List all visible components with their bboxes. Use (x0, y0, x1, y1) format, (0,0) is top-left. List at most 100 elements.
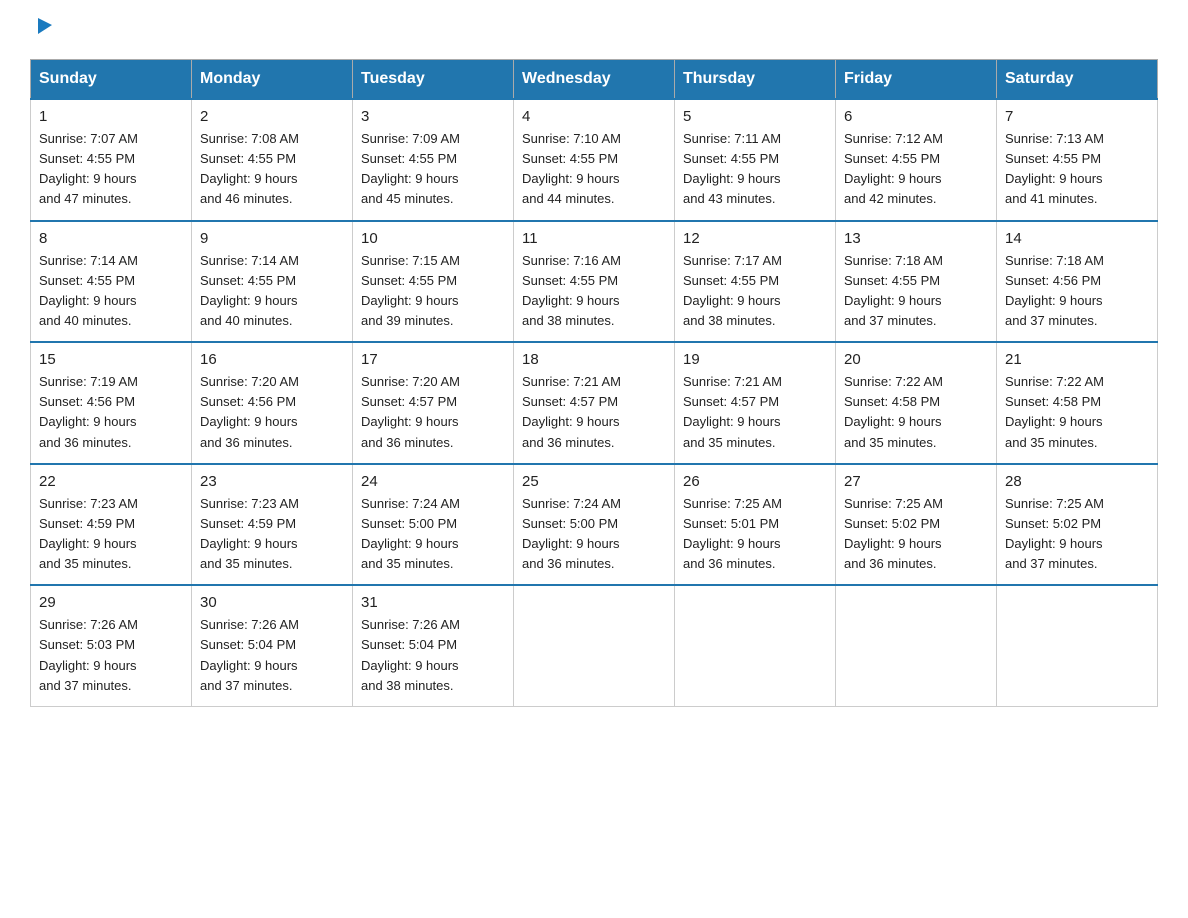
day-number: 13 (844, 230, 988, 247)
day-info: Sunrise: 7:13 AMSunset: 4:55 PMDaylight:… (1005, 129, 1149, 210)
col-monday: Monday (192, 60, 353, 100)
day-info: Sunrise: 7:22 AMSunset: 4:58 PMDaylight:… (1005, 372, 1149, 453)
day-number: 19 (683, 351, 827, 368)
col-wednesday: Wednesday (514, 60, 675, 100)
day-number: 20 (844, 351, 988, 368)
day-info: Sunrise: 7:10 AMSunset: 4:55 PMDaylight:… (522, 129, 666, 210)
day-info: Sunrise: 7:09 AMSunset: 4:55 PMDaylight:… (361, 129, 505, 210)
table-row (514, 585, 675, 706)
day-number: 22 (39, 473, 183, 490)
day-number: 18 (522, 351, 666, 368)
day-info: Sunrise: 7:20 AMSunset: 4:57 PMDaylight:… (361, 372, 505, 453)
calendar-week-row: 8 Sunrise: 7:14 AMSunset: 4:55 PMDaylight… (31, 221, 1158, 343)
day-info: Sunrise: 7:26 AMSunset: 5:04 PMDaylight:… (200, 615, 344, 696)
table-row: 21 Sunrise: 7:22 AMSunset: 4:58 PMDayligh… (997, 342, 1158, 464)
table-row: 30 Sunrise: 7:26 AMSunset: 5:04 PMDayligh… (192, 585, 353, 706)
day-number: 3 (361, 108, 505, 125)
day-info: Sunrise: 7:14 AMSunset: 4:55 PMDaylight:… (39, 251, 183, 332)
table-row: 2Sunrise: 7:08 AMSunset: 4:55 PMDaylight… (192, 99, 353, 221)
day-number: 30 (200, 594, 344, 611)
table-row: 23 Sunrise: 7:23 AMSunset: 4:59 PMDayligh… (192, 464, 353, 586)
table-row: 11 Sunrise: 7:16 AMSunset: 4:55 PMDayligh… (514, 221, 675, 343)
table-row: 7 Sunrise: 7:13 AMSunset: 4:55 PMDaylight… (997, 99, 1158, 221)
table-row: 8 Sunrise: 7:14 AMSunset: 4:55 PMDaylight… (31, 221, 192, 343)
day-info: Sunrise: 7:23 AMSunset: 4:59 PMDaylight:… (200, 494, 344, 575)
calendar-header-row: Sunday Monday Tuesday Wednesday Thursday… (31, 60, 1158, 100)
calendar-week-row: 29 Sunrise: 7:26 AMSunset: 5:03 PMDayligh… (31, 585, 1158, 706)
day-number: 31 (361, 594, 505, 611)
day-info: Sunrise: 7:18 AMSunset: 4:56 PMDaylight:… (1005, 251, 1149, 332)
logo-arrow-icon (32, 14, 54, 41)
day-info: Sunrise: 7:16 AMSunset: 4:55 PMDaylight:… (522, 251, 666, 332)
table-row: 20 Sunrise: 7:22 AMSunset: 4:58 PMDayligh… (836, 342, 997, 464)
col-thursday: Thursday (675, 60, 836, 100)
day-info: Sunrise: 7:24 AMSunset: 5:00 PMDaylight:… (522, 494, 666, 575)
table-row: 25Sunrise: 7:24 AMSunset: 5:00 PMDayligh… (514, 464, 675, 586)
day-info: Sunrise: 7:25 AMSunset: 5:02 PMDaylight:… (844, 494, 988, 575)
day-info: Sunrise: 7:18 AMSunset: 4:55 PMDaylight:… (844, 251, 988, 332)
day-info: Sunrise: 7:20 AMSunset: 4:56 PMDaylight:… (200, 372, 344, 453)
day-info: Sunrise: 7:08 AMSunset: 4:55 PMDaylight:… (200, 129, 344, 210)
day-number: 5 (683, 108, 827, 125)
page-header (30, 20, 1158, 41)
day-number: 9 (200, 230, 344, 247)
table-row: 15 Sunrise: 7:19 AMSunset: 4:56 PMDayligh… (31, 342, 192, 464)
table-row: 16 Sunrise: 7:20 AMSunset: 4:56 PMDayligh… (192, 342, 353, 464)
day-info: Sunrise: 7:15 AMSunset: 4:55 PMDaylight:… (361, 251, 505, 332)
day-number: 17 (361, 351, 505, 368)
day-number: 12 (683, 230, 827, 247)
day-number: 8 (39, 230, 183, 247)
table-row: 26 Sunrise: 7:25 AMSunset: 5:01 PMDayligh… (675, 464, 836, 586)
day-number: 15 (39, 351, 183, 368)
table-row: 9 Sunrise: 7:14 AMSunset: 4:55 PMDaylight… (192, 221, 353, 343)
day-info: Sunrise: 7:26 AMSunset: 5:04 PMDaylight:… (361, 615, 505, 696)
col-sunday: Sunday (31, 60, 192, 100)
day-number: 26 (683, 473, 827, 490)
day-number: 29 (39, 594, 183, 611)
day-number: 11 (522, 230, 666, 247)
logo (30, 20, 54, 41)
day-number: 24 (361, 473, 505, 490)
day-number: 16 (200, 351, 344, 368)
col-tuesday: Tuesday (353, 60, 514, 100)
day-number: 4 (522, 108, 666, 125)
day-info: Sunrise: 7:19 AMSunset: 4:56 PMDaylight:… (39, 372, 183, 453)
day-info: Sunrise: 7:26 AMSunset: 5:03 PMDaylight:… (39, 615, 183, 696)
table-row (997, 585, 1158, 706)
day-info: Sunrise: 7:14 AMSunset: 4:55 PMDaylight:… (200, 251, 344, 332)
table-row: 18Sunrise: 7:21 AMSunset: 4:57 PMDayligh… (514, 342, 675, 464)
table-row: 17 Sunrise: 7:20 AMSunset: 4:57 PMDayligh… (353, 342, 514, 464)
day-number: 1 (39, 108, 183, 125)
day-number: 10 (361, 230, 505, 247)
calendar-table: Sunday Monday Tuesday Wednesday Thursday… (30, 59, 1158, 707)
calendar-week-row: 22 Sunrise: 7:23 AMSunset: 4:59 PMDayligh… (31, 464, 1158, 586)
table-row: 10 Sunrise: 7:15 AMSunset: 4:55 PMDayligh… (353, 221, 514, 343)
table-row: 31 Sunrise: 7:26 AMSunset: 5:04 PMDayligh… (353, 585, 514, 706)
col-friday: Friday (836, 60, 997, 100)
day-info: Sunrise: 7:25 AMSunset: 5:01 PMDaylight:… (683, 494, 827, 575)
table-row: 14Sunrise: 7:18 AMSunset: 4:56 PMDayligh… (997, 221, 1158, 343)
day-info: Sunrise: 7:17 AMSunset: 4:55 PMDaylight:… (683, 251, 827, 332)
table-row: 28 Sunrise: 7:25 AMSunset: 5:02 PMDayligh… (997, 464, 1158, 586)
calendar-week-row: 1 Sunrise: 7:07 AMSunset: 4:55 PMDaylight… (31, 99, 1158, 221)
day-info: Sunrise: 7:11 AMSunset: 4:55 PMDaylight:… (683, 129, 827, 210)
day-info: Sunrise: 7:24 AMSunset: 5:00 PMDaylight:… (361, 494, 505, 575)
day-info: Sunrise: 7:25 AMSunset: 5:02 PMDaylight:… (1005, 494, 1149, 575)
day-info: Sunrise: 7:07 AMSunset: 4:55 PMDaylight:… (39, 129, 183, 210)
day-number: 21 (1005, 351, 1149, 368)
day-number: 6 (844, 108, 988, 125)
table-row: 29 Sunrise: 7:26 AMSunset: 5:03 PMDayligh… (31, 585, 192, 706)
col-saturday: Saturday (997, 60, 1158, 100)
table-row: 5 Sunrise: 7:11 AMSunset: 4:55 PMDaylight… (675, 99, 836, 221)
day-number: 23 (200, 473, 344, 490)
day-info: Sunrise: 7:12 AMSunset: 4:55 PMDaylight:… (844, 129, 988, 210)
day-number: 28 (1005, 473, 1149, 490)
table-row: 22 Sunrise: 7:23 AMSunset: 4:59 PMDayligh… (31, 464, 192, 586)
day-info: Sunrise: 7:23 AMSunset: 4:59 PMDaylight:… (39, 494, 183, 575)
day-info: Sunrise: 7:22 AMSunset: 4:58 PMDaylight:… (844, 372, 988, 453)
calendar-week-row: 15 Sunrise: 7:19 AMSunset: 4:56 PMDayligh… (31, 342, 1158, 464)
table-row: 24 Sunrise: 7:24 AMSunset: 5:00 PMDayligh… (353, 464, 514, 586)
day-number: 7 (1005, 108, 1149, 125)
table-row: 27Sunrise: 7:25 AMSunset: 5:02 PMDayligh… (836, 464, 997, 586)
table-row (675, 585, 836, 706)
